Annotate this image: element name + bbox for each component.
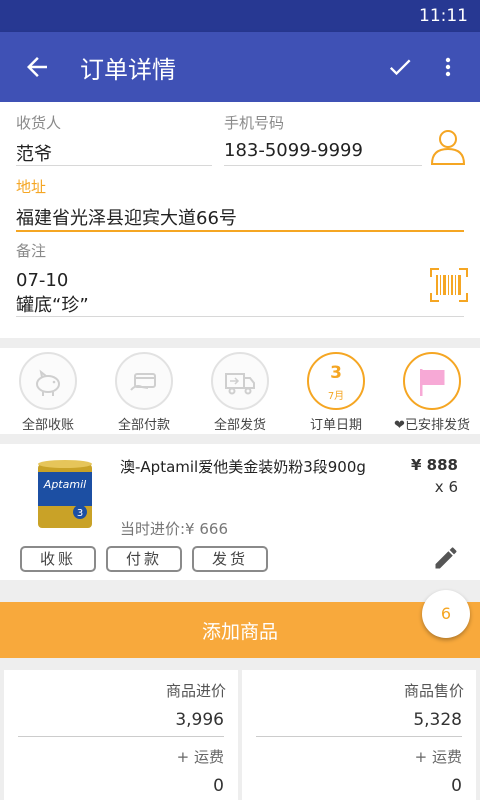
svg-text:3: 3 — [77, 508, 83, 519]
phone-underline — [224, 165, 422, 166]
item-count-badge[interactable]: 6 — [422, 590, 470, 638]
cost-total-value[interactable]: 3,996 — [175, 710, 224, 730]
order-form: 收货人 范爷 手机号码 183-5099-9999 地址 福建省光泽县迎宾大道6… — [0, 102, 480, 338]
note-field-line2[interactable]: 罐底“珍” — [16, 291, 89, 317]
pay-button[interactable]: 付款 — [106, 546, 182, 572]
product-price: ¥ 888 — [411, 456, 458, 474]
page-title: 订单详情 — [80, 56, 176, 84]
delivery-truck-icon — [225, 373, 255, 395]
collect-all-shortcut[interactable]: 全部收账 — [0, 352, 96, 433]
add-product-button[interactable]: 添加商品 — [0, 602, 480, 658]
sale-summary-panel: 商品售价 5,328 + 运费 0 — [242, 670, 476, 800]
cost-total-label: 商品进价 — [165, 682, 226, 700]
sale-total-value[interactable]: 5,328 — [413, 710, 462, 730]
status-bar: 11:11 — [0, 0, 480, 32]
piggy-bank-icon — [36, 369, 60, 396]
collect-button[interactable]: 收账 — [20, 546, 96, 572]
note-field-line1[interactable]: 07-10 — [16, 270, 68, 291]
phone-field[interactable]: 183-5099-9999 — [224, 140, 363, 161]
order-date-label: 订单日期 — [309, 418, 362, 433]
ship-all-label: 全部发货 — [213, 418, 266, 433]
shipping-arranged-shortcut[interactable]: ❤已安排发货 — [384, 352, 480, 433]
product-name: 澳-Aptamil爱他美金装奶粉3段900g — [120, 458, 366, 476]
address-field[interactable]: 福建省光泽县迎宾大道66号 — [16, 204, 237, 230]
order-item-card[interactable]: Aptamil 3 澳-Aptamil爱他美金装奶粉3段900g ¥ 888 x… — [0, 444, 480, 580]
ship-button[interactable]: 发货 — [192, 546, 268, 572]
svg-text:Aptamil: Aptamil — [43, 478, 86, 491]
note-label: 备注 — [16, 242, 47, 260]
sale-shipping-value[interactable]: 0 — [451, 776, 462, 796]
contact-person-icon[interactable] — [428, 128, 468, 166]
add-product-label: 添加商品 — [201, 621, 278, 643]
address-underline — [16, 230, 464, 232]
card-payment-icon — [130, 373, 156, 391]
cost-summary-panel: 商品进价 3,996 + 运费 0 — [4, 670, 238, 800]
check-icon[interactable] — [386, 53, 414, 81]
shipping-arranged-label: ❤已安排发货 — [394, 418, 470, 433]
address-label: 地址 — [16, 178, 47, 196]
product-image: Aptamil 3 — [38, 460, 92, 528]
shortcut-bar: 全部收账 全部付款 全部发货 3 7月 订单日期 ❤已安排发货 — [0, 348, 480, 434]
product-cost-price: 当时进价:¥ 666 — [120, 520, 228, 538]
edit-pencil-icon[interactable] — [432, 544, 460, 572]
collect-all-label: 全部收账 — [21, 418, 74, 433]
heart-icon: ❤ — [394, 418, 405, 433]
arrow-back-icon[interactable] — [22, 52, 52, 82]
ship-all-shortcut[interactable]: 全部发货 — [192, 352, 288, 433]
status-time: 11:11 — [419, 6, 468, 26]
recipient-field[interactable]: 范爷 — [16, 140, 52, 166]
barcode-scan-icon[interactable] — [430, 268, 468, 302]
recipient-underline — [16, 165, 212, 166]
app-bar: 订单详情 — [0, 32, 480, 102]
order-date-month: 7月 — [327, 391, 345, 402]
phone-label: 手机号码 — [224, 114, 285, 132]
pay-all-shortcut[interactable]: 全部付款 — [96, 352, 192, 433]
cost-divider — [18, 736, 224, 737]
sale-shipping-label: + 运费 — [414, 748, 462, 766]
note-underline — [16, 316, 464, 317]
more-vert-icon[interactable] — [436, 53, 460, 81]
calendar-date-icon: 3 7月 — [307, 352, 365, 410]
order-date-shortcut[interactable]: 3 7月 订单日期 — [288, 352, 384, 433]
sale-divider — [256, 736, 462, 737]
sale-total-label: 商品售价 — [403, 682, 464, 700]
cost-shipping-value[interactable]: 0 — [213, 776, 224, 796]
cost-shipping-label: + 运费 — [176, 748, 224, 766]
recipient-label: 收货人 — [16, 114, 62, 132]
order-date-day: 3 — [330, 363, 342, 383]
flag-icon — [420, 369, 445, 396]
pay-all-label: 全部付款 — [117, 418, 170, 433]
product-quantity: x 6 — [434, 478, 458, 496]
